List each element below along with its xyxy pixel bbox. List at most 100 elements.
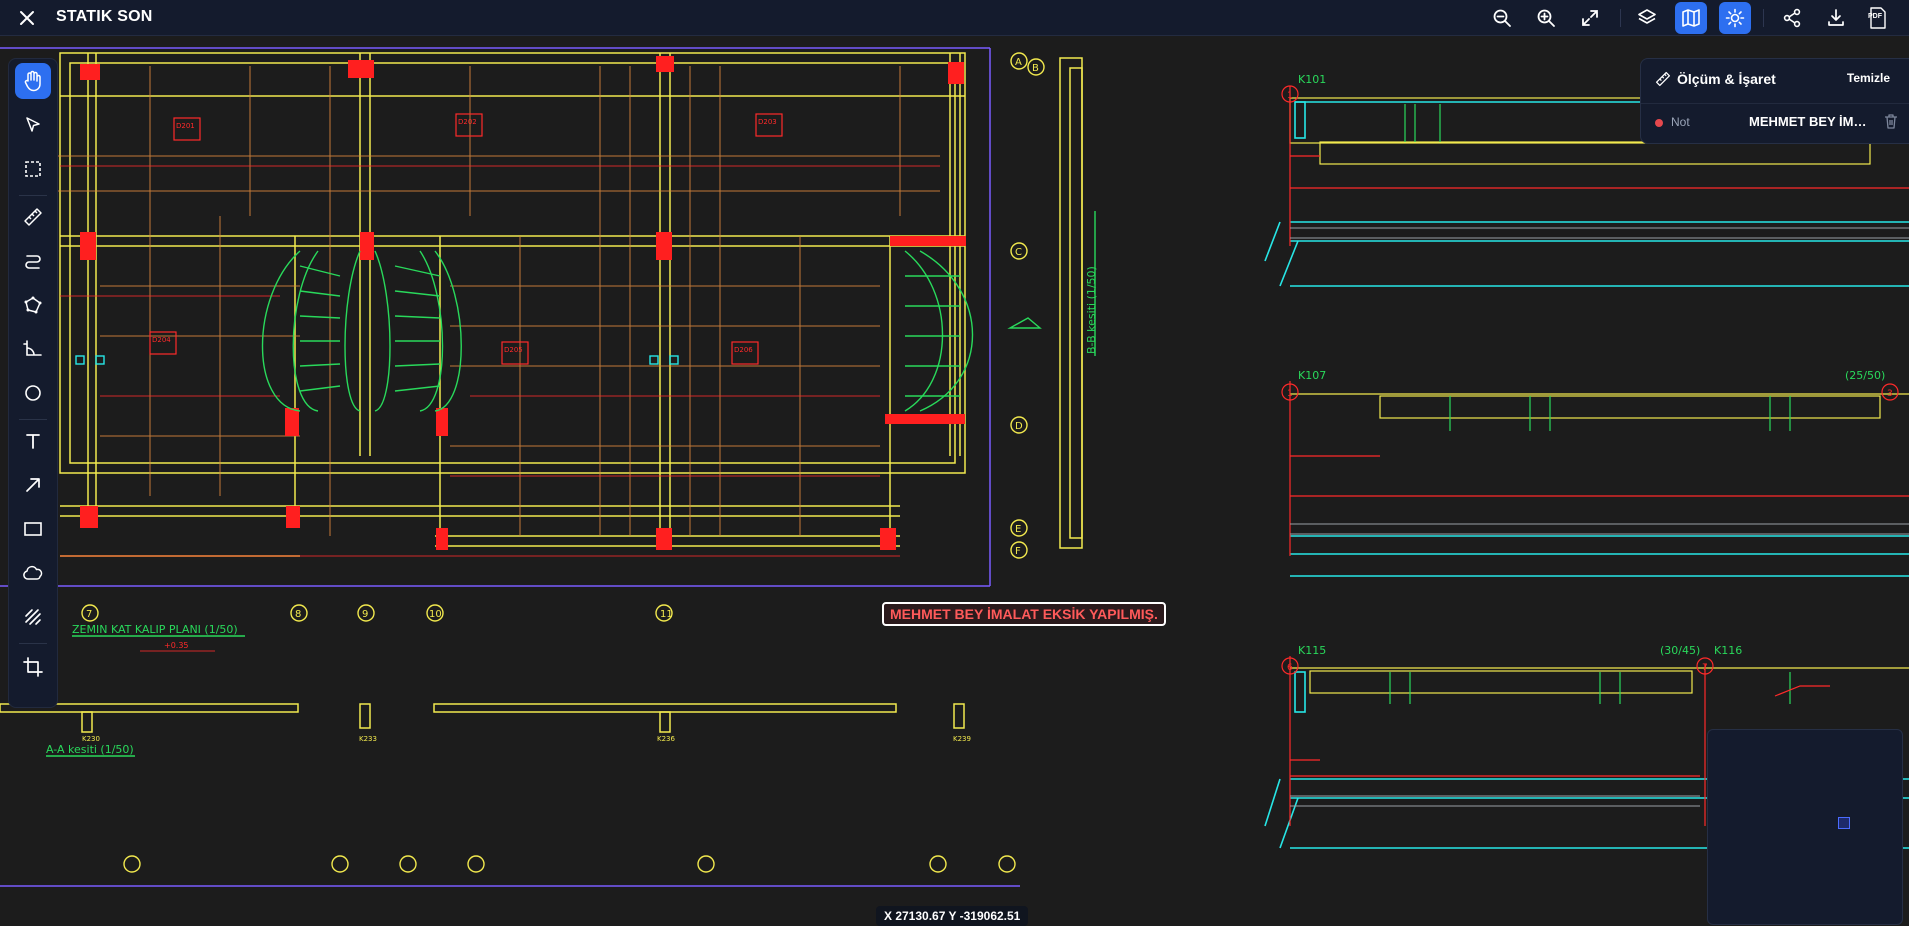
axis-label: 7 — [1702, 663, 1708, 673]
tool-polygon[interactable] — [15, 287, 51, 323]
toolbar-divider — [1620, 9, 1621, 27]
column-label: K236 — [657, 735, 675, 743]
cad-drawing: A B C D E F 7 8 9 10 11 12 13 ZEMIN KAT … — [0, 36, 1909, 896]
share-button[interactable] — [1776, 2, 1808, 34]
tool-hatch[interactable] — [15, 599, 51, 635]
column-label: K230 — [82, 735, 100, 743]
zoom-out-icon — [1493, 9, 1511, 27]
section-title-bb: B-B kesiti (1/50) — [1085, 266, 1098, 354]
slab-label: D206 — [734, 346, 753, 354]
toolbar-divider — [1763, 9, 1764, 27]
panel-title: Ölçüm & İşaret — [1677, 71, 1776, 87]
crop-icon — [23, 657, 43, 677]
tool-angle[interactable] — [15, 331, 51, 367]
document-title: STATIK SON — [56, 8, 153, 25]
axis-label: 10 — [429, 609, 442, 620]
annotation-text: MEHMET BEY İMALAT EKSİK YAPILMIŞ. — [890, 606, 1158, 622]
tool-text[interactable] — [15, 423, 51, 459]
level-mark: +0.35 — [164, 641, 189, 650]
cursor-icon — [26, 117, 40, 132]
sun-icon — [1725, 8, 1745, 28]
zoom-out-button[interactable] — [1486, 2, 1518, 34]
plan-title: ZEMIN KAT KALIP PLANI (1/50) — [72, 623, 238, 636]
tool-measure[interactable] — [15, 199, 51, 235]
slab-label: D202 — [458, 118, 477, 126]
axis-label: 3 — [1887, 389, 1893, 399]
axis-label: F — [1015, 546, 1021, 557]
zoom-in-button[interactable] — [1530, 2, 1562, 34]
hand-icon — [24, 70, 41, 92]
theme-toggle-button[interactable] — [1719, 2, 1751, 34]
tool-divider — [19, 195, 47, 196]
drawing-annotation-note[interactable]: MEHMET BEY İMALAT EKSİK YAPILMIŞ. — [882, 602, 1166, 626]
axis-label: D — [1015, 421, 1023, 432]
download-icon — [1828, 9, 1844, 26]
axis-label: 7 — [86, 609, 92, 620]
download-button[interactable] — [1820, 2, 1852, 34]
axis-label: 9 — [362, 609, 368, 620]
top-toolbar: STATIK SON PDF — [0, 0, 1909, 36]
rectangle-icon — [24, 522, 42, 536]
axis-label: E — [1015, 524, 1021, 535]
section-title-aa: A-A kesiti (1/50) — [46, 743, 134, 756]
slab-label: D204 — [152, 336, 171, 344]
tool-rectangle[interactable] — [15, 511, 51, 547]
tool-select[interactable] — [15, 107, 51, 143]
coordinates-text: X 27130.67 Y -319062.51 — [884, 909, 1021, 923]
pdf-export-button[interactable]: PDF — [1862, 2, 1894, 34]
trash-icon — [1885, 114, 1897, 129]
text-icon — [26, 434, 40, 449]
ruler-icon — [24, 208, 42, 226]
slab-label: D201 — [176, 122, 195, 130]
beam-size-label: (30/45) — [1660, 644, 1700, 657]
tool-palette — [8, 58, 58, 708]
markup-type-label: Not — [1671, 115, 1690, 129]
axis-label: 8 — [295, 609, 301, 620]
zoom-in-icon — [1537, 9, 1555, 27]
axis-label: A — [1015, 57, 1022, 68]
markup-list-item[interactable]: Not MEHMET BEY İMALAT EKSİK YAPILMIŞ. — [1641, 103, 1909, 140]
share-icon — [1783, 8, 1801, 28]
map-icon — [1682, 9, 1700, 27]
slab-label: D203 — [758, 118, 777, 126]
beam-size-label: (25/50) — [1845, 369, 1885, 382]
column-label: K239 — [953, 735, 971, 743]
axis-label: B — [1032, 63, 1039, 74]
beam-label: K101 — [1298, 73, 1326, 86]
drawing-canvas[interactable]: A B C D E F 7 8 9 10 11 12 13 ZEMIN KAT … — [0, 36, 1909, 926]
clear-button[interactable]: Temizle — [1847, 71, 1890, 85]
column-label: K233 — [359, 735, 377, 743]
axis-label: 1 — [1287, 91, 1293, 101]
tool-cloud[interactable] — [15, 555, 51, 591]
note-color-dot — [1655, 119, 1663, 127]
fullscreen-button[interactable] — [1574, 2, 1606, 34]
arrow-icon — [26, 478, 40, 492]
tool-pan[interactable] — [15, 63, 51, 99]
tool-divider — [19, 643, 47, 644]
cloud-icon — [23, 565, 43, 580]
pdf-label: PDF — [1868, 13, 1882, 20]
tool-crop[interactable] — [15, 649, 51, 685]
coordinates-readout: X 27130.67 Y -319062.51 — [876, 906, 1029, 926]
tool-arrow[interactable] — [15, 467, 51, 503]
tool-divider — [19, 419, 47, 420]
close-button[interactable] — [14, 5, 40, 31]
minimap-viewport[interactable] — [1838, 817, 1850, 829]
circle-icon — [25, 385, 41, 401]
path-icon — [25, 255, 41, 269]
tool-path[interactable] — [15, 243, 51, 279]
angle-icon — [23, 340, 42, 356]
tool-area-select[interactable] — [15, 151, 51, 187]
markup-text: MEHMET BEY İMALAT EKSİK YAPILMIŞ. — [1749, 114, 1867, 129]
close-icon — [20, 11, 34, 25]
polygon-icon — [24, 296, 42, 314]
layers-button[interactable] — [1631, 2, 1663, 34]
dashed-rect-icon — [25, 161, 41, 177]
delete-markup-button[interactable] — [1884, 113, 1898, 134]
layers-icon — [1638, 9, 1656, 24]
beam-label: K115 — [1298, 644, 1326, 657]
map-button[interactable] — [1675, 2, 1707, 34]
axis-label: 6 — [1287, 663, 1293, 673]
axis-label: 11 — [660, 609, 673, 620]
tool-circle[interactable] — [15, 375, 51, 411]
